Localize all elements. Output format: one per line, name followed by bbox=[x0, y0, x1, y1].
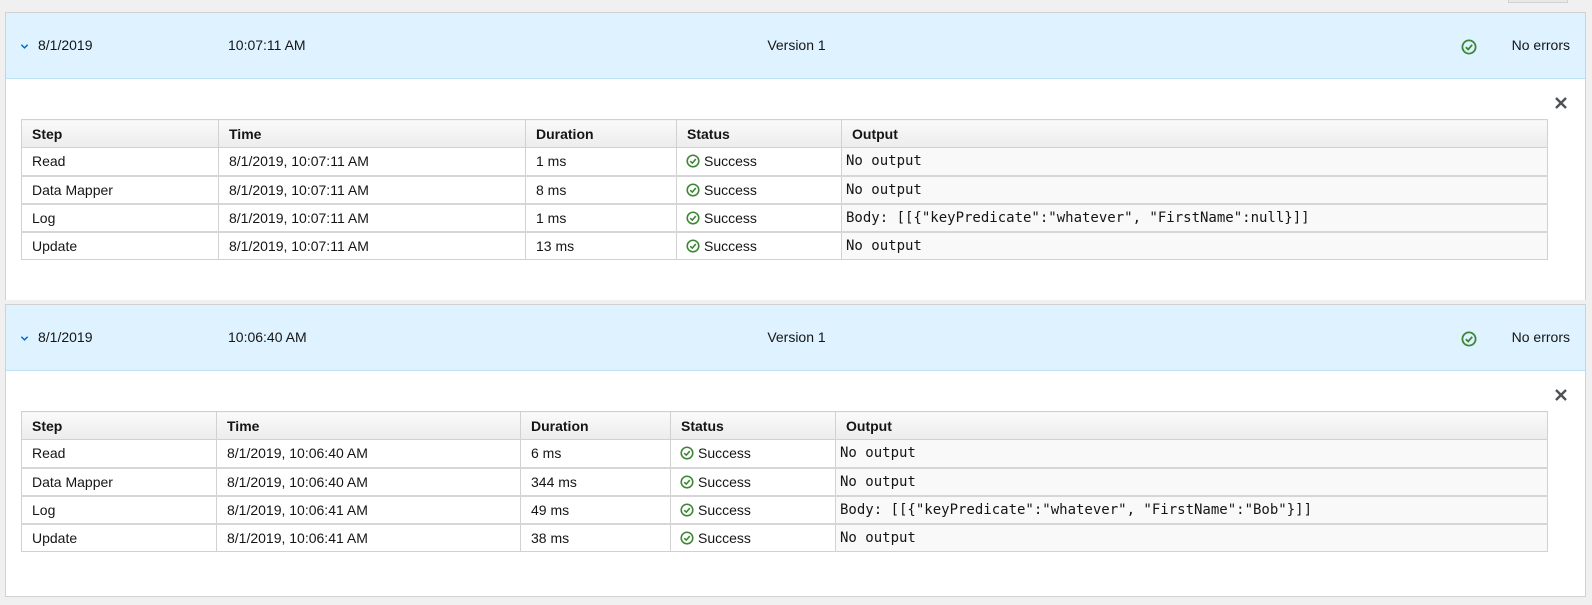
step-status: Success bbox=[676, 175, 842, 205]
step-output: No output bbox=[841, 231, 1548, 260]
step-name: Read bbox=[21, 147, 219, 177]
step-status-label: Success bbox=[698, 445, 751, 462]
step-duration: 38 ms bbox=[520, 523, 671, 552]
step-time: 8/1/2019, 10:07:11 AM bbox=[218, 203, 526, 233]
step-name: Data Mapper bbox=[21, 175, 219, 205]
step-duration: 8 ms bbox=[525, 175, 677, 205]
column-header: Output bbox=[841, 119, 1548, 148]
table-row: Log 8/1/2019, 10:06:41 AM 49 ms Success … bbox=[21, 495, 1548, 525]
table-row: Data Mapper 8/1/2019, 10:06:40 AM 344 ms… bbox=[21, 467, 1548, 497]
run-details: Step Time Duration Status Output Read 8/… bbox=[6, 371, 1585, 593]
step-output: Body: [[{"keyPredicate":"whatever", "Fir… bbox=[841, 203, 1548, 233]
check-circle-icon bbox=[686, 210, 700, 225]
run-header[interactable]: 8/1/2019 10:06:40 AM Version 1 No errors bbox=[6, 305, 1585, 371]
step-name: Update bbox=[21, 231, 219, 260]
check-circle-icon bbox=[1461, 39, 1477, 55]
run-status: No errors bbox=[1511, 37, 1570, 53]
step-duration: 344 ms bbox=[520, 467, 671, 497]
step-status-label: Success bbox=[704, 237, 757, 254]
step-duration: 13 ms bbox=[525, 231, 677, 260]
step-duration: 1 ms bbox=[525, 147, 677, 177]
step-output: No output bbox=[841, 175, 1548, 205]
column-header: Time bbox=[216, 411, 521, 440]
step-duration: 1 ms bbox=[525, 203, 677, 233]
column-header: Output bbox=[835, 411, 1548, 440]
step-status: Success bbox=[670, 495, 836, 525]
step-duration: 6 ms bbox=[520, 439, 671, 469]
column-header: Duration bbox=[520, 411, 671, 440]
step-output: No output bbox=[835, 523, 1548, 552]
step-status: Success bbox=[676, 203, 842, 233]
step-status-label: Success bbox=[704, 209, 757, 226]
check-circle-icon bbox=[1461, 331, 1477, 347]
run-panel: 8/1/2019 10:07:11 AM Version 1 No errors… bbox=[5, 12, 1586, 300]
table-row: Read 8/1/2019, 10:06:40 AM 6 ms Success … bbox=[21, 439, 1548, 469]
close-icon[interactable] bbox=[1553, 387, 1569, 403]
step-status-label: Success bbox=[704, 153, 757, 170]
table-header-row: Step Time Duration Status Output bbox=[21, 119, 1548, 148]
step-time: 8/1/2019, 10:07:11 AM bbox=[218, 231, 526, 260]
step-status-label: Success bbox=[698, 473, 751, 490]
run-header[interactable]: 8/1/2019 10:07:11 AM Version 1 No errors bbox=[6, 13, 1585, 79]
step-name: Log bbox=[21, 495, 217, 525]
run-status: No errors bbox=[1511, 329, 1570, 345]
step-output: No output bbox=[835, 467, 1548, 497]
step-status-label: Success bbox=[704, 181, 757, 198]
table-header-row: Step Time Duration Status Output bbox=[21, 411, 1548, 440]
step-status: Success bbox=[670, 467, 836, 497]
step-output: No output bbox=[835, 439, 1548, 469]
check-circle-icon bbox=[686, 182, 700, 197]
close-icon[interactable] bbox=[1553, 95, 1569, 111]
step-status-label: Success bbox=[698, 501, 751, 518]
column-header: Status bbox=[676, 119, 842, 148]
check-circle-icon bbox=[680, 446, 694, 460]
step-name: Log bbox=[21, 203, 219, 233]
run-version: Version 1 bbox=[767, 37, 826, 53]
run-panel: 8/1/2019 10:06:40 AM Version 1 No errors… bbox=[5, 304, 1586, 597]
table-row: Log 8/1/2019, 10:07:11 AM 1 ms Success B… bbox=[21, 203, 1548, 233]
step-name: Read bbox=[21, 439, 217, 469]
step-status: Success bbox=[676, 231, 842, 260]
column-header: Status bbox=[670, 411, 836, 440]
check-circle-icon bbox=[680, 502, 694, 517]
steps-table: Step Time Duration Status Output Read 8/… bbox=[21, 411, 1548, 552]
check-circle-icon bbox=[680, 474, 694, 489]
column-header: Duration bbox=[525, 119, 677, 148]
step-status: Success bbox=[670, 439, 836, 469]
step-duration: 49 ms bbox=[520, 495, 671, 525]
column-header: Time bbox=[218, 119, 526, 148]
table-row: Update 8/1/2019, 10:06:41 AM 38 ms Succe… bbox=[21, 523, 1548, 552]
table-row: Update 8/1/2019, 10:07:11 AM 13 ms Succe… bbox=[21, 231, 1548, 260]
run-version: Version 1 bbox=[767, 329, 826, 345]
column-header: Step bbox=[21, 411, 217, 440]
step-time: 8/1/2019, 10:06:41 AM bbox=[216, 523, 521, 552]
table-row: Read 8/1/2019, 10:07:11 AM 1 ms Success … bbox=[21, 147, 1548, 177]
step-name: Update bbox=[21, 523, 217, 552]
check-circle-icon bbox=[686, 239, 700, 253]
table-row: Data Mapper 8/1/2019, 10:07:11 AM 8 ms S… bbox=[21, 175, 1548, 205]
step-output: Body: [[{"keyPredicate":"whatever", "Fir… bbox=[835, 495, 1548, 525]
step-status: Success bbox=[670, 523, 836, 552]
step-status-label: Success bbox=[698, 529, 751, 546]
check-circle-icon bbox=[686, 154, 700, 168]
check-circle-icon bbox=[680, 531, 694, 545]
step-time: 8/1/2019, 10:06:40 AM bbox=[216, 439, 521, 469]
column-header: Step bbox=[21, 119, 219, 148]
step-time: 8/1/2019, 10:06:40 AM bbox=[216, 467, 521, 497]
toolbar-button-edge[interactable] bbox=[1508, 0, 1568, 3]
step-output: No output bbox=[841, 147, 1548, 177]
step-time: 8/1/2019, 10:07:11 AM bbox=[218, 147, 526, 177]
run-details: Step Time Duration Status Output Read 8/… bbox=[6, 79, 1585, 301]
step-time: 8/1/2019, 10:07:11 AM bbox=[218, 175, 526, 205]
step-time: 8/1/2019, 10:06:41 AM bbox=[216, 495, 521, 525]
step-status: Success bbox=[676, 147, 842, 177]
step-name: Data Mapper bbox=[21, 467, 217, 497]
steps-table: Step Time Duration Status Output Read 8/… bbox=[21, 119, 1548, 260]
